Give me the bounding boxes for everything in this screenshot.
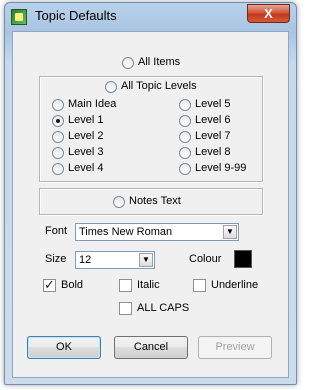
all-caps-checkbox[interactable] — [119, 302, 132, 315]
app-icon — [11, 9, 27, 25]
dialog-window: Topic Defaults X All Items All Topic Lev… — [4, 2, 297, 385]
window-title: Topic Defaults — [35, 8, 117, 23]
level-radio-level-4[interactable] — [52, 163, 64, 175]
font-label: Font — [45, 225, 68, 237]
dialog-client-area: All Items All Topic Levels Main Idea Lev… — [12, 31, 289, 378]
level-radio-level-5[interactable] — [179, 99, 191, 111]
title-bar[interactable]: Topic Defaults X — [5, 3, 296, 29]
all-items-label[interactable]: All Items — [138, 56, 180, 68]
level-label-level-4[interactable]: Level 4 — [68, 162, 103, 174]
level-radio-level-1[interactable] — [52, 115, 64, 127]
size-select-value: 12 — [79, 254, 92, 266]
level-radio-level-6[interactable] — [179, 115, 191, 127]
notes-text-label[interactable]: Notes Text — [129, 195, 181, 207]
italic-label[interactable]: Italic — [137, 279, 160, 291]
level-label-level-9-99[interactable]: Level 9-99 — [195, 162, 246, 174]
all-caps-label[interactable]: ALL CAPS — [137, 302, 189, 314]
italic-checkbox[interactable] — [119, 279, 132, 292]
underline-checkbox[interactable] — [193, 279, 206, 292]
chevron-down-icon[interactable]: ▼ — [139, 253, 153, 267]
chevron-down-icon[interactable]: ▼ — [223, 225, 237, 239]
size-select[interactable]: 12 ▼ — [75, 251, 155, 269]
level-label-level-1[interactable]: Level 1 — [68, 114, 103, 126]
colour-swatch[interactable] — [234, 250, 252, 268]
level-label-level-7[interactable]: Level 7 — [195, 130, 230, 142]
level-radio-level-8[interactable] — [179, 147, 191, 159]
level-radio-level-3[interactable] — [52, 147, 64, 159]
all-topic-levels-label[interactable]: All Topic Levels — [121, 80, 197, 92]
level-label-level-2[interactable]: Level 2 — [68, 130, 103, 142]
all-items-radio[interactable] — [122, 57, 134, 69]
underline-label[interactable]: Underline — [211, 279, 258, 291]
level-label-level-6[interactable]: Level 6 — [195, 114, 230, 126]
all-topic-levels-radio[interactable] — [105, 81, 117, 93]
level-label-level-3[interactable]: Level 3 — [68, 146, 103, 158]
bold-label[interactable]: Bold — [61, 279, 83, 291]
level-label-level-5[interactable]: Level 5 — [195, 98, 230, 110]
notes-text-radio[interactable] — [113, 196, 125, 208]
level-label-level-8[interactable]: Level 8 — [195, 146, 230, 158]
font-select[interactable]: Times New Roman ▼ — [75, 223, 239, 241]
cancel-button[interactable]: Cancel — [114, 336, 188, 359]
level-radio-level-2[interactable] — [52, 131, 64, 143]
colour-label: Colour — [189, 253, 222, 265]
level-radio-level-9-99[interactable] — [179, 163, 191, 175]
ok-button[interactable]: OK — [27, 336, 101, 359]
font-select-value: Times New Roman — [79, 226, 173, 238]
close-button[interactable]: X — [247, 4, 290, 23]
level-radio-level-7[interactable] — [179, 131, 191, 143]
bold-checkbox[interactable] — [43, 277, 56, 293]
size-label: Size — [45, 253, 67, 265]
preview-button[interactable]: Preview — [198, 336, 272, 359]
level-radio-main-idea[interactable] — [52, 99, 64, 111]
level-label-main-idea[interactable]: Main Idea — [68, 98, 116, 110]
